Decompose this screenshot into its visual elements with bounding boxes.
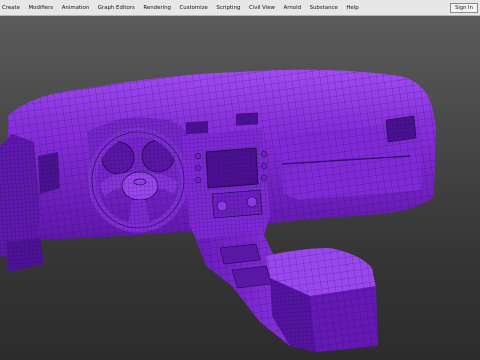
menu-customize[interactable]: Customize [175,0,212,16]
menu-civil-view[interactable]: Civil View [245,0,280,16]
menu-graph-editors[interactable]: Graph Editors [94,0,140,16]
menu-substance[interactable]: Substance [305,0,342,16]
menu-create[interactable]: Create [0,0,24,16]
menu-scripting[interactable]: Scripting [212,0,245,16]
climate-controls [211,189,263,219]
dashboard-model-render [0,69,436,352]
menu-animation[interactable]: Animation [57,0,93,16]
menu-rendering[interactable]: Rendering [139,0,175,16]
left-lower-panel [6,238,44,272]
3d-viewport[interactable] [0,16,480,360]
menu-arnold[interactable]: Arnold [279,0,305,16]
menu-bar: Create Modifiers Animation Graph Editors… [0,0,480,16]
right-air-vent [385,115,417,143]
menu-modifiers[interactable]: Modifiers [24,0,57,16]
left-air-vent [38,152,60,194]
sign-in-button[interactable]: Sign In [450,3,478,13]
menu-help[interactable]: Help [342,0,363,16]
